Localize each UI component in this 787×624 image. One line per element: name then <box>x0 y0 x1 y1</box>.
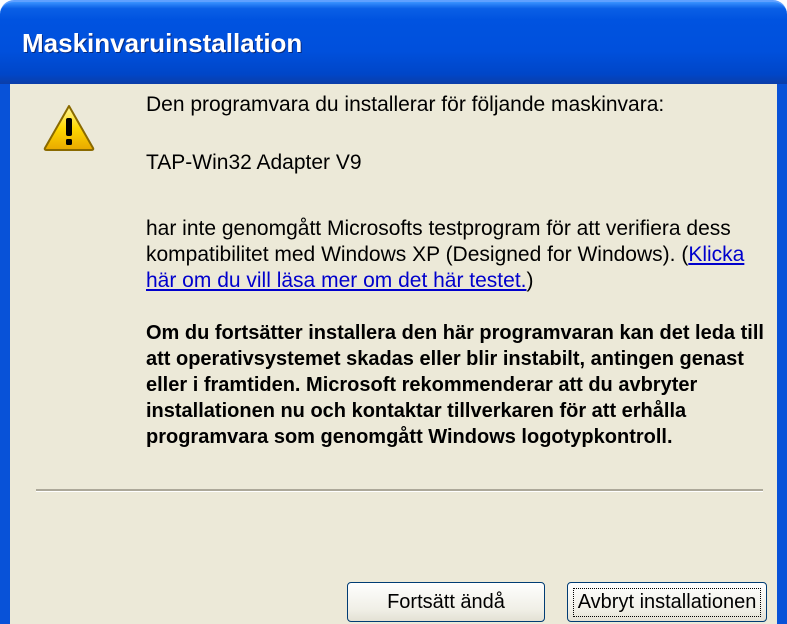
warning-icon <box>43 105 95 151</box>
dialog-body: Den programvara du installerar för följa… <box>10 84 777 624</box>
window-title: Maskinvaruinstallation <box>22 28 303 58</box>
intro-text: Den programvara du installerar för följa… <box>146 93 665 116</box>
divider <box>36 489 763 492</box>
dialog-window: Maskinvaruinstallation Den programvara d… <box>0 0 787 624</box>
compatibility-text-end: ) <box>526 269 534 292</box>
continue-anyway-label: Fortsätt ändå <box>387 590 505 613</box>
title-bar[interactable]: Maskinvaruinstallation <box>0 0 787 84</box>
compatibility-text: har inte genomgått Microsofts testprogra… <box>146 216 766 294</box>
warning-message: Om du fortsätter installera den här prog… <box>146 322 764 448</box>
continue-anyway-button[interactable]: Fortsätt ändå <box>347 582 545 622</box>
window-frame-right <box>776 84 787 624</box>
cancel-installation-label: Avbryt installationen <box>572 587 762 617</box>
compatibility-text-main: har inte genomgått Microsofts testprogra… <box>146 217 731 266</box>
device-name: TAP-Win32 Adapter V9 <box>146 151 362 174</box>
cancel-installation-button[interactable]: Avbryt installationen <box>567 582 767 622</box>
